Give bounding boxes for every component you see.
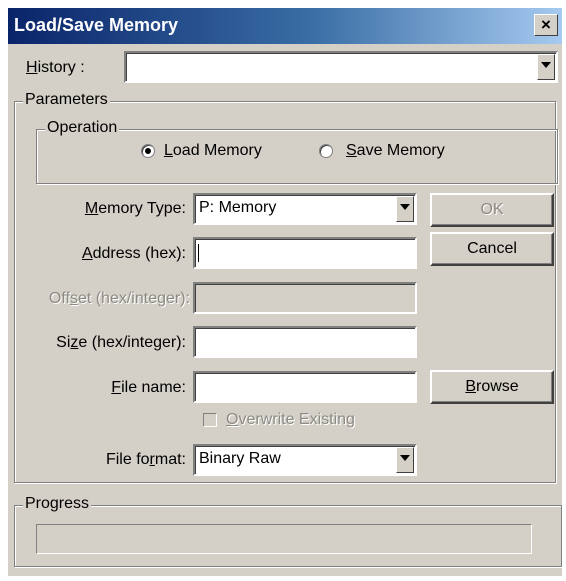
- parameters-group-title: Parameters: [23, 91, 110, 109]
- size-text-a: Si: [56, 334, 71, 351]
- history-combobox[interactable]: [124, 51, 558, 83]
- history-dropdown-button[interactable]: [537, 54, 555, 80]
- offset-text-a: Off: [48, 290, 70, 307]
- memory-type-select[interactable]: P: Memory: [193, 193, 417, 225]
- save-memory-label[interactable]: Save Memory: [346, 142, 445, 160]
- history-label-text: istory :: [37, 59, 85, 76]
- close-button[interactable]: ×: [534, 14, 558, 36]
- browse-text: rowse: [475, 378, 519, 395]
- memory-type-mnemonic: M: [84, 200, 99, 217]
- file-name-mnemonic: F: [111, 379, 122, 396]
- title-bar[interactable]: Load/Save Memory ×: [8, 8, 562, 44]
- text-caret: [198, 244, 199, 262]
- size-text-b: e (hex/integer):: [78, 334, 186, 351]
- file-name-input[interactable]: [193, 371, 417, 403]
- load-memory-label[interactable]: Load Memory: [164, 142, 262, 160]
- overwrite-text: verwrite Existing: [238, 411, 355, 428]
- load-save-memory-dialog: Load/Save Memory × History : Parameters …: [8, 8, 562, 576]
- ok-button[interactable]: OK: [430, 193, 554, 227]
- address-input[interactable]: [193, 237, 417, 269]
- operation-group: Operation: [36, 119, 558, 184]
- address-text: ddress (hex):: [92, 245, 186, 262]
- window-title: Load/Save Memory: [14, 15, 179, 35]
- address-label: Address (hex):: [46, 245, 186, 263]
- offset-label: Offset (hex/integer):: [22, 290, 190, 308]
- cancel-button[interactable]: Cancel: [430, 232, 554, 266]
- size-label: Size (hex/integer):: [22, 334, 186, 352]
- save-memory-radio[interactable]: [319, 144, 333, 158]
- memory-type-label: Memory Type:: [46, 200, 186, 218]
- load-memory-radio[interactable]: [141, 144, 155, 158]
- file-format-select[interactable]: Binary Raw: [193, 444, 417, 476]
- memory-type-text: emory Type:: [98, 200, 186, 217]
- load-memory-text: oad Memory: [172, 142, 262, 159]
- offset-text-b: et (hex/integer):: [77, 290, 190, 307]
- file-format-text-b: mat:: [154, 451, 186, 468]
- browse-mnemonic: B: [465, 378, 476, 395]
- offset-input: [193, 282, 417, 314]
- memory-type-dropdown-button[interactable]: [396, 196, 414, 222]
- operation-group-title: Operation: [45, 119, 120, 137]
- file-format-value: Binary Raw: [199, 450, 281, 467]
- file-name-text: ile name:: [121, 379, 186, 396]
- overwrite-existing-label: Overwrite Existing: [226, 411, 355, 429]
- progress-bar: [36, 524, 532, 554]
- load-memory-mnemonic: L: [164, 142, 173, 159]
- save-memory-text: ave Memory: [356, 142, 445, 159]
- memory-type-value: P: Memory: [199, 199, 277, 216]
- address-mnemonic: A: [81, 245, 93, 262]
- history-label: History :: [26, 59, 100, 77]
- browse-button[interactable]: Browse: [430, 370, 554, 404]
- size-input[interactable]: [193, 326, 417, 358]
- history-label-mnemonic: H: [26, 59, 38, 76]
- file-format-text-a: File fo: [105, 451, 150, 468]
- save-memory-mnemonic: S: [346, 142, 357, 159]
- overwrite-mnemonic: O: [226, 411, 239, 428]
- overwrite-existing-checkbox: [203, 413, 217, 427]
- file-name-label: File name:: [46, 379, 186, 397]
- file-format-label: File format:: [46, 451, 186, 469]
- progress-group-title: Progress: [23, 495, 92, 513]
- offset-mnemonic: s: [69, 290, 78, 307]
- file-format-dropdown-button[interactable]: [396, 447, 414, 473]
